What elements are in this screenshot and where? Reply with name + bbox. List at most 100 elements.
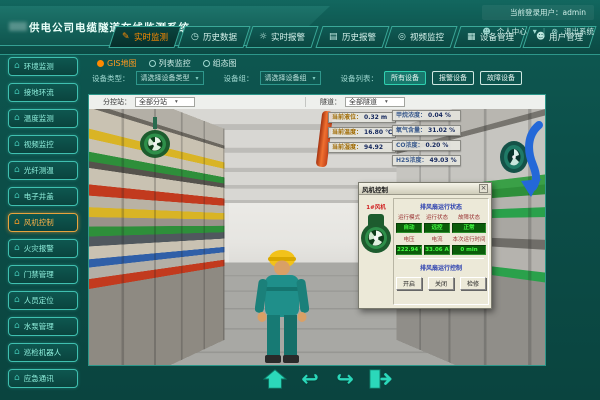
fan-status-panel: 排风扇运行状态 运行模式 运行状态 故障状态 自动 远控 正常 电压 电流 本次… [393, 198, 489, 305]
sidebar-item-emergency-comm[interactable]: ⌂ 应急通讯 [8, 369, 78, 388]
tab-realtime-alarm[interactable]: ☼ 实时报警 [246, 26, 319, 48]
document-icon: ▤ [329, 32, 338, 42]
sidebar-item-label: 人员定位 [24, 295, 54, 306]
sidebar-item-label: 接地环流 [24, 87, 54, 98]
exit-button[interactable] [367, 366, 393, 392]
fan-control-dialog: 风机控制 × 1#风机 排风扇运行状态 运行 [358, 182, 492, 309]
chevron-down-icon: ▾ [196, 75, 199, 82]
fan-device-tag: 1#风机 [366, 203, 385, 211]
fan-maintenance-button[interactable]: 检修 [460, 277, 486, 290]
sidebar-item-label: 应急通讯 [24, 373, 54, 384]
station-filter-label: 分控站： [103, 97, 131, 107]
tab-history-data[interactable]: ◷ 历史数据 [177, 26, 250, 48]
device-list-label: 设备列表： [341, 73, 379, 84]
run-state-value: 远控 [424, 223, 450, 233]
home-icon: ⌂ [14, 62, 20, 71]
home-icon: ⌂ [14, 88, 20, 97]
tab-label: 实时监测 [134, 31, 168, 43]
home-icon: ⌂ [14, 270, 20, 279]
dialog-title-bar[interactable]: 风机控制 × [359, 183, 491, 195]
device-type-select[interactable]: 请选择设备类型▾ [136, 71, 204, 85]
sidebar-item-ground-current[interactable]: ⌂ 接地环流 [8, 83, 78, 102]
monitor-edit-icon: ✎ [122, 32, 130, 42]
back-button[interactable]: ↩ [297, 366, 323, 392]
radio-list-monitor[interactable]: 列表监控 [149, 58, 191, 69]
chevron-down-icon: ▾ [313, 75, 316, 82]
all-devices-button[interactable]: 所有设备 [384, 71, 426, 85]
home-button[interactable] [262, 366, 288, 392]
tab-video-monitor[interactable]: ◎ 视频监控 [384, 26, 457, 48]
filter-bar: 分控站： 全部分站▾ 隧道： 全部隧道▾ [89, 95, 545, 109]
exit-icon [367, 368, 393, 390]
home-icon: ⌂ [14, 322, 20, 331]
redacted-company-name [9, 22, 27, 31]
profile-menu[interactable]: 个人中心 [497, 26, 527, 37]
divider [398, 258, 484, 259]
sidebar-item-inspection-robot[interactable]: ⌂巡检机器人 [8, 343, 78, 362]
view-mode-radio-group: GIS地图 列表监控 组态图 [97, 58, 237, 69]
chevron-down-icon: ▾ [533, 27, 537, 36]
home-icon: ⌂ [14, 192, 20, 201]
ceiling-fan-left[interactable] [137, 117, 173, 161]
sidebar-item-label: 视频监控 [24, 139, 54, 150]
fan-stop-button[interactable]: 关闭 [428, 277, 454, 290]
sensor-co: CO浓度：0.20 % [392, 140, 461, 151]
current-label: 电流 [424, 235, 450, 243]
worker-figure [255, 247, 309, 365]
sidebar-item-fire-alarm[interactable]: ⌂火灾报警 [8, 239, 78, 258]
home-icon [263, 368, 287, 390]
radio-dot [97, 60, 104, 67]
home-icon: ⌂ [14, 218, 20, 227]
sidebar-item-manhole-cover[interactable]: ⌂ 电子井盖 [8, 187, 78, 206]
tab-label: 历史报警 [341, 31, 375, 43]
fan-start-button[interactable]: 开启 [396, 277, 422, 290]
home-icon: ⌂ [14, 114, 20, 123]
station-select[interactable]: 全部分站▾ [135, 97, 195, 107]
sidebar-item-label: 巡检机器人 [24, 347, 62, 358]
sidebar-item-label: 温度监测 [24, 113, 54, 124]
divider: | [543, 27, 546, 36]
radio-gis-map[interactable]: GIS地图 [97, 58, 137, 69]
tunnel-select[interactable]: 全部隧道▾ [345, 97, 405, 107]
sidebar-item-video[interactable]: ⌂视频监控 [8, 135, 78, 154]
sidebar-item-label: 水泵管理 [24, 321, 54, 332]
sidebar-item-water-pump[interactable]: ⌂ 水泵管理 [8, 317, 78, 336]
sidebar: ⌂环境监测 ⌂接地环流 ⌂温度监测 ⌂视频监控 ⌂光纤测温 ⌂电子井盖 ⌂风机控… [0, 57, 86, 388]
home-icon: ⌂ [14, 296, 20, 305]
clock-icon: ◷ [191, 32, 199, 42]
chevron-down-icon: ▾ [175, 99, 178, 105]
power-icon: ⊗ [551, 27, 558, 36]
tab-realtime-monitor[interactable]: ✎ 实时监测 [108, 26, 181, 48]
sidebar-item-fan-control[interactable]: ⌂ 风机控制 [8, 213, 78, 232]
sensor-humidity: 当前湿度：94.92 [328, 142, 396, 153]
tab-label: 实时报警 [272, 31, 306, 43]
radio-scada-view[interactable]: 组态图 [203, 58, 237, 69]
sensor-methane: 甲烷浓度：0.04 % [392, 110, 461, 121]
fault-devices-button[interactable]: 故障设备 [480, 71, 522, 85]
home-icon: ⌂ [14, 374, 20, 383]
device-type-label: 设备类型： [92, 73, 130, 84]
dialog-title: 风机控制 [362, 184, 388, 194]
tab-history-alarm[interactable]: ▤ 历史报警 [315, 26, 389, 48]
close-icon[interactable]: × [479, 184, 488, 193]
logout-button[interactable]: 退出系统 [564, 26, 594, 37]
current-value: 33.06 A [424, 245, 450, 255]
forward-button[interactable]: ↪ [332, 366, 358, 392]
voltage-value: 222.94 V [396, 245, 422, 255]
device-group-select[interactable]: 请选择设备组▾ [260, 71, 321, 85]
sidebar-item-fiber-temp[interactable]: ⌂光纤测温 [8, 161, 78, 180]
top-bar: 供电公司电缆隧道在线监测系统 ✎ 实时监测 ◷ 历史数据 ☼ 实时报警 ▤ 历史… [0, 0, 600, 55]
undo-arrow-icon: ↩ [301, 369, 319, 390]
runtime-value: 0 min [452, 245, 486, 255]
fault-state-value: 正常 [452, 223, 486, 233]
alarm-devices-button[interactable]: 报警设备 [432, 71, 474, 85]
sidebar-item-env-monitor[interactable]: ⌂环境监测 [8, 57, 78, 76]
sidebar-item-temperature[interactable]: ⌂ 温度监测 [8, 109, 78, 128]
sidebar-item-access-control[interactable]: ⌂门禁管理 [8, 265, 78, 284]
current-user-label: 当前登录用户：admin [482, 5, 594, 20]
sidebar-item-personnel-location[interactable]: ⌂ 人员定位 [8, 291, 78, 310]
sidebar-item-label: 电子井盖 [24, 191, 54, 202]
direction-arrow-sign [519, 121, 545, 199]
run-state-label: 运行状态 [424, 213, 450, 221]
sidebar-item-label: 风机控制 [24, 217, 54, 228]
